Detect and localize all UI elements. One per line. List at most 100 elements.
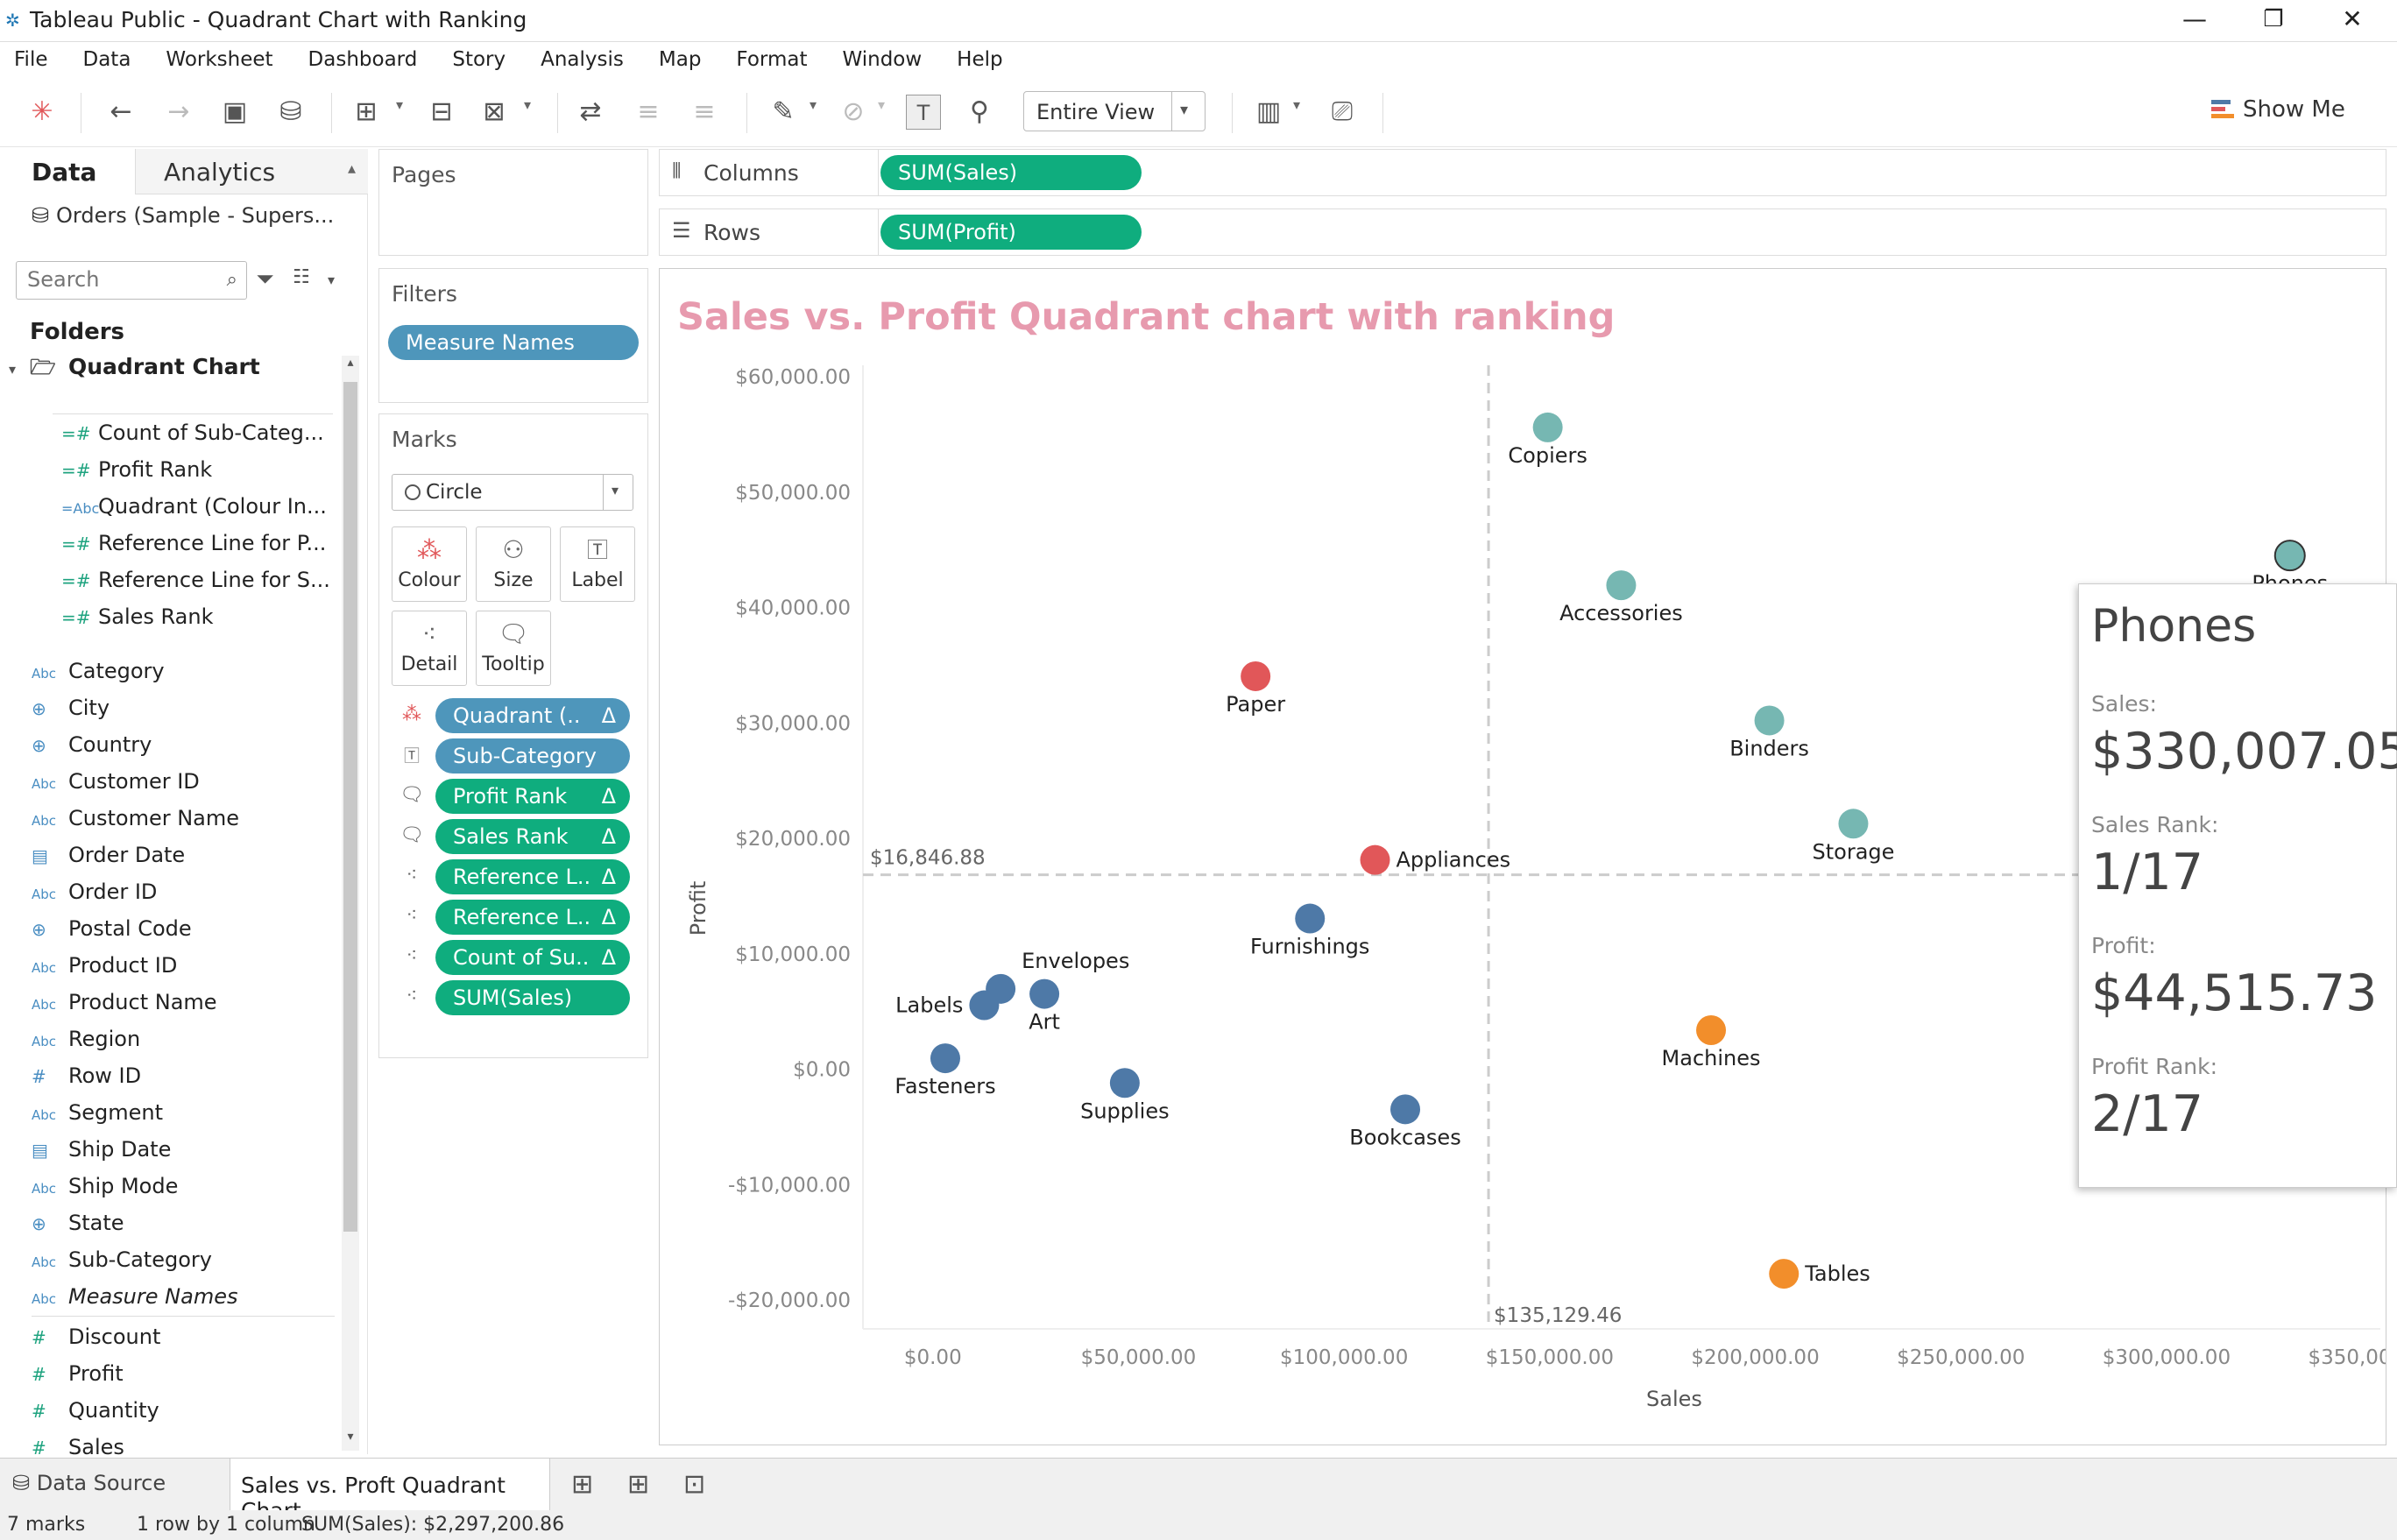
field-ship-date[interactable]: ▤ Ship Date	[32, 1137, 338, 1174]
label-button[interactable]: 🅃 Label	[560, 526, 635, 602]
chevron-down-icon[interactable]: ▾	[9, 361, 30, 378]
field-postal-code[interactable]: ⊕ Postal Code	[32, 916, 338, 953]
tab-data-source[interactable]: ⛁ Data Source	[12, 1471, 166, 1495]
tooltip-button[interactable]: 🗨 Tooltip	[476, 611, 551, 686]
field-ship-mode[interactable]: Abc Ship Mode	[32, 1174, 338, 1211]
data-pane-scrollbar[interactable]: ▴ ▾	[342, 356, 359, 1451]
presentation-mode-icon[interactable]: ⎚	[1325, 95, 1360, 130]
field-profit[interactable]: # Profit	[32, 1361, 338, 1398]
clear-sheet-icon[interactable]: ⊠	[477, 95, 512, 130]
sort-ascending-icon[interactable]: ≡	[631, 95, 666, 130]
data-point-art[interactable]	[1029, 978, 1060, 1009]
menu-file[interactable]: File	[14, 48, 48, 71]
filters-card[interactable]: Filters Measure Names	[378, 268, 648, 403]
menu-worksheet[interactable]: Worksheet	[166, 48, 272, 71]
columns-pill-sum-sales[interactable]: SUM(Sales)	[880, 155, 1142, 190]
field-category[interactable]: Abc Category	[32, 659, 338, 696]
scroll-up-icon[interactable]: ▴	[342, 356, 359, 377]
marks-pill-sum-sales[interactable]: SUM(Sales)	[435, 980, 630, 1015]
field-customer-id[interactable]: Abc Customer ID	[32, 769, 338, 806]
data-point-supplies[interactable]	[1109, 1068, 1140, 1098]
menu-window[interactable]: Window	[842, 48, 922, 71]
field-order-id[interactable]: Abc Order ID	[32, 879, 338, 916]
fit-dropdown[interactable]: Entire View ▾	[1023, 91, 1206, 131]
marks-pill-profit-rank[interactable]: Profit Rank Δ	[435, 779, 630, 814]
marks-pill-sub-category[interactable]: Sub-Category	[435, 738, 630, 774]
data-point-binders[interactable]	[1754, 705, 1785, 736]
field-region[interactable]: Abc Region	[32, 1027, 338, 1063]
duplicate-sheet-icon[interactable]: ⊟	[424, 95, 459, 130]
swap-rows-columns-icon[interactable]: ⇄	[573, 95, 608, 130]
data-point-tables[interactable]	[1769, 1259, 1800, 1289]
show-me-button[interactable]: Show Me	[2210, 96, 2345, 123]
field-state[interactable]: ⊕ State	[32, 1211, 338, 1247]
data-point-machines[interactable]	[1696, 1015, 1727, 1045]
data-point-storage[interactable]	[1838, 809, 1869, 839]
field-country[interactable]: ⊕ Country	[32, 732, 338, 769]
marks-pill-count-of-sub-category[interactable]: Count of Su.. Δ	[435, 940, 630, 975]
data-point-phones[interactable]	[2273, 540, 2306, 572]
field-profit-rank[interactable]: =# Profit Rank	[61, 457, 340, 494]
menu-map[interactable]: Map	[659, 48, 702, 71]
data-point-copiers[interactable]	[1532, 412, 1563, 442]
menu-dashboard[interactable]: Dashboard	[308, 48, 418, 71]
field-reference-line-profit[interactable]: =# Reference Line for P...	[61, 531, 340, 568]
field-customer-name[interactable]: Abc Customer Name	[32, 806, 338, 843]
search-input[interactable]	[17, 262, 192, 297]
field-order-date[interactable]: ▤ Order Date	[32, 843, 338, 879]
pages-card[interactable]: Pages	[378, 149, 648, 256]
new-worksheet-icon[interactable]: ⊞	[349, 95, 384, 130]
tab-analytics[interactable]: Analytics ▴	[135, 149, 368, 194]
show-mark-labels-icon[interactable]: T	[906, 95, 941, 130]
chevron-down-icon[interactable]: ▾	[878, 96, 885, 113]
highlight-icon[interactable]: ✎	[766, 95, 801, 130]
new-dashboard-icon[interactable]: ⊞	[627, 1469, 649, 1500]
undo-icon[interactable]: ←	[103, 95, 138, 130]
new-data-source-icon[interactable]: ⛁	[273, 95, 308, 130]
sort-descending-icon[interactable]: ≡	[687, 95, 722, 130]
detail-button[interactable]: ⁖ Detail	[392, 611, 467, 686]
menu-data[interactable]: Data	[83, 48, 131, 71]
data-point-bookcases[interactable]	[1390, 1094, 1421, 1125]
marks-pill-reference-line-1[interactable]: Reference L.. Δ	[435, 859, 630, 894]
data-source-item[interactable]: ⛁ Orders (Sample - Supers...	[32, 203, 334, 228]
show-hide-cards-icon[interactable]: ▥	[1251, 95, 1286, 130]
rows-shelf[interactable]: ☰ Rows SUM(Profit)	[659, 208, 2386, 256]
field-product-name[interactable]: Abc Product Name	[32, 990, 338, 1027]
field-city[interactable]: ⊕ City	[32, 696, 338, 732]
field-product-id[interactable]: Abc Product ID	[32, 953, 338, 990]
field-discount[interactable]: # Discount	[32, 1325, 338, 1361]
save-icon[interactable]: ▣	[217, 95, 252, 130]
data-point-paper[interactable]	[1241, 661, 1271, 691]
new-worksheet-icon[interactable]: ⊞	[571, 1469, 593, 1500]
marks-pill-reference-line-2[interactable]: Reference L.. Δ	[435, 900, 630, 935]
chevron-down-icon[interactable]: ▾	[328, 272, 335, 288]
data-point-furnishings[interactable]	[1295, 903, 1326, 934]
new-story-icon[interactable]: ⊡	[683, 1469, 705, 1500]
size-button[interactable]: ⚇ Size	[476, 526, 551, 602]
field-count-of-sub-category[interactable]: =# Count of Sub-Categ...	[61, 420, 340, 457]
view-options-icon[interactable]: ☷	[293, 266, 310, 288]
rows-pill-sum-profit[interactable]: SUM(Profit)	[880, 215, 1142, 250]
fix-axes-pin-icon[interactable]: ⚲	[962, 95, 997, 130]
field-sub-category[interactable]: Abc Sub-Category	[32, 1247, 338, 1284]
filter-pill-measure-names[interactable]: Measure Names	[388, 325, 639, 360]
chevron-down-icon[interactable]: ▾	[524, 96, 531, 113]
marks-pill-sales-rank[interactable]: Sales Rank Δ	[435, 819, 630, 854]
scroll-down-icon[interactable]: ▾	[342, 1430, 359, 1451]
marks-pill-quadrant[interactable]: Quadrant (.. Δ	[435, 698, 630, 733]
menu-story[interactable]: Story	[452, 48, 506, 71]
group-members-icon[interactable]: ⊘	[836, 95, 871, 130]
chevron-down-icon[interactable]: ▾	[396, 96, 403, 113]
field-segment[interactable]: Abc Segment	[32, 1100, 338, 1137]
data-point-appliances[interactable]	[1360, 844, 1390, 875]
data-point-fasteners[interactable]	[930, 1043, 960, 1074]
folder-quadrant-chart[interactable]: ▾ 🗁 Quadrant Chart	[9, 352, 260, 388]
field-quantity[interactable]: # Quantity	[32, 1398, 338, 1435]
colour-button[interactable]: ⁂ Colour	[392, 526, 467, 602]
minimize-button[interactable]: —	[2164, 2, 2225, 37]
menu-analysis[interactable]: Analysis	[541, 48, 624, 71]
restore-button[interactable]: ❐	[2243, 2, 2304, 37]
field-row-id[interactable]: # Row ID	[32, 1063, 338, 1100]
search-icon[interactable]: ⌕	[227, 269, 237, 291]
